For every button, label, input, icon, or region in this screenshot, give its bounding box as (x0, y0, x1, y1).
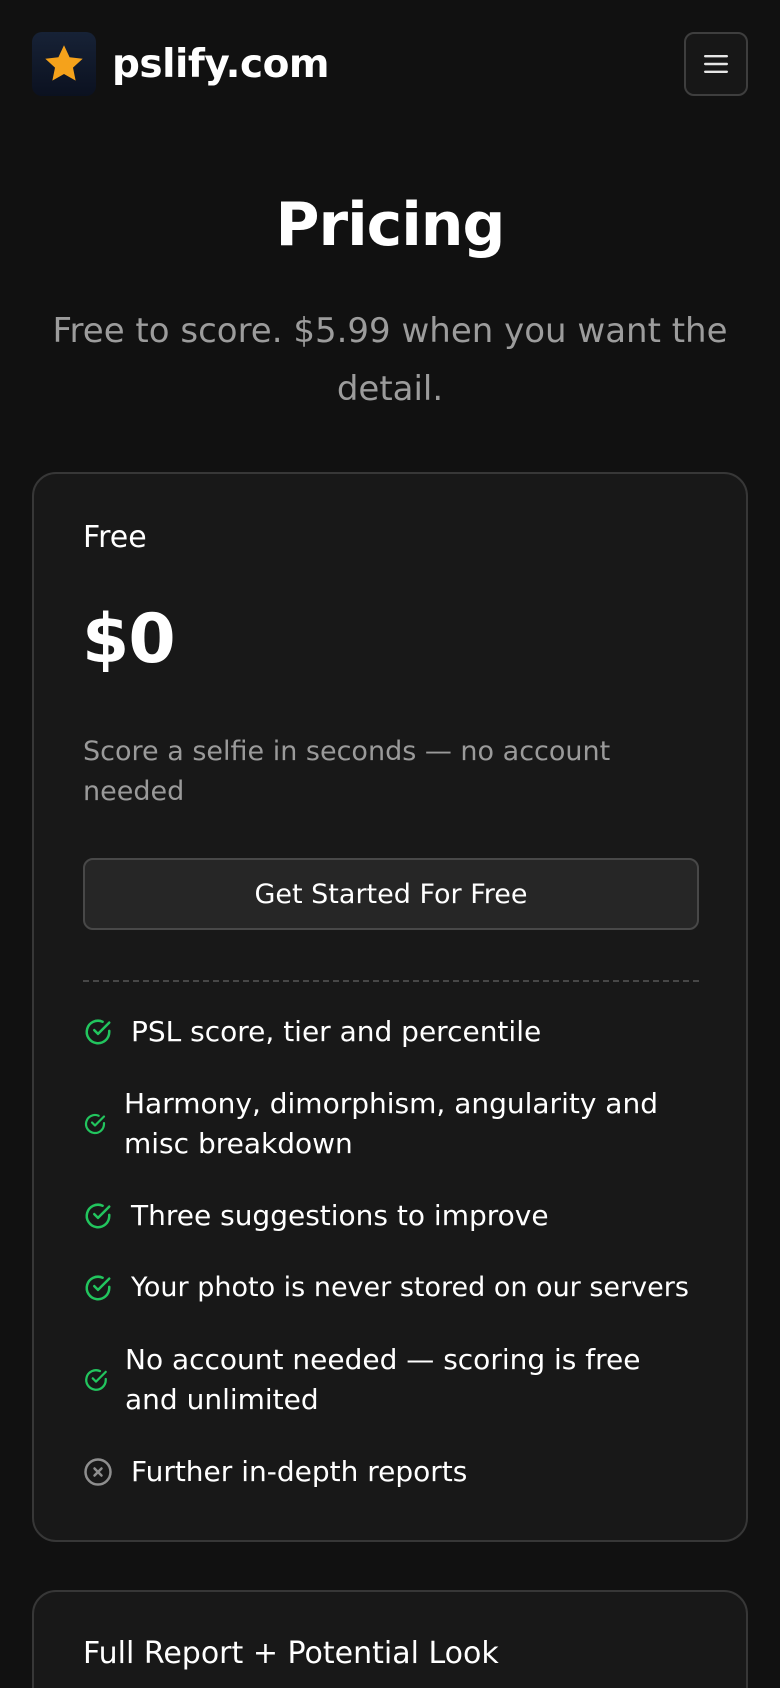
pricing-card-free: Free $0 Score a selfie in seconds — no a… (32, 472, 748, 1542)
page-title: Pricing (275, 190, 506, 260)
feature-text: Further in-depth reports (131, 1455, 468, 1488)
plan-name: Full Report + Potential Look (83, 1636, 499, 1671)
check-circle-icon (83, 1017, 113, 1047)
feature-item: PSL score, tier and percentile (83, 1012, 703, 1052)
feature-item: Three suggestions to improve (83, 1196, 703, 1236)
feature-text: Three suggestions to improve (131, 1199, 549, 1232)
feature-item: Harmony, dimorphism, angularity and misc… (83, 1084, 703, 1164)
plan-name: Free (83, 520, 147, 555)
hamburger-menu-icon (704, 55, 728, 73)
feature-item: Further in-depth reports (83, 1452, 703, 1492)
plan-price: $0 (82, 600, 176, 679)
divider (83, 980, 699, 982)
logo (32, 32, 96, 96)
star-icon (45, 45, 83, 81)
check-circle-icon (83, 1112, 107, 1136)
check-circle-icon (83, 1201, 113, 1231)
menu-button[interactable] (684, 32, 748, 96)
page-subtitle: Free to score. $5.99 when you want the d… (52, 311, 728, 409)
check-circle-icon (83, 1367, 109, 1393)
get-started-free-button[interactable]: Get Started For Free (83, 858, 699, 930)
pricing-card-full-report: Full Report + Potential Look (32, 1590, 748, 1688)
check-circle-icon (83, 1273, 113, 1303)
site-header: pslify.com (32, 32, 748, 96)
feature-item: Your photo is never stored on our server… (83, 1268, 703, 1308)
plan-description: Score a selfie in seconds — no account n… (83, 736, 611, 807)
feature-text: PSL score, tier and percentile (131, 1015, 542, 1048)
feature-text: Harmony, dimorphism, angularity and misc… (124, 1087, 658, 1160)
brand-link[interactable]: pslify.com (32, 32, 330, 96)
brand-name: pslify.com (112, 41, 330, 87)
feature-text: No account needed — scoring is free and … (125, 1343, 641, 1416)
feature-item: No account needed — scoring is free and … (83, 1340, 703, 1420)
feature-text: Your photo is never stored on our server… (131, 1272, 689, 1303)
x-circle-icon (83, 1457, 113, 1487)
